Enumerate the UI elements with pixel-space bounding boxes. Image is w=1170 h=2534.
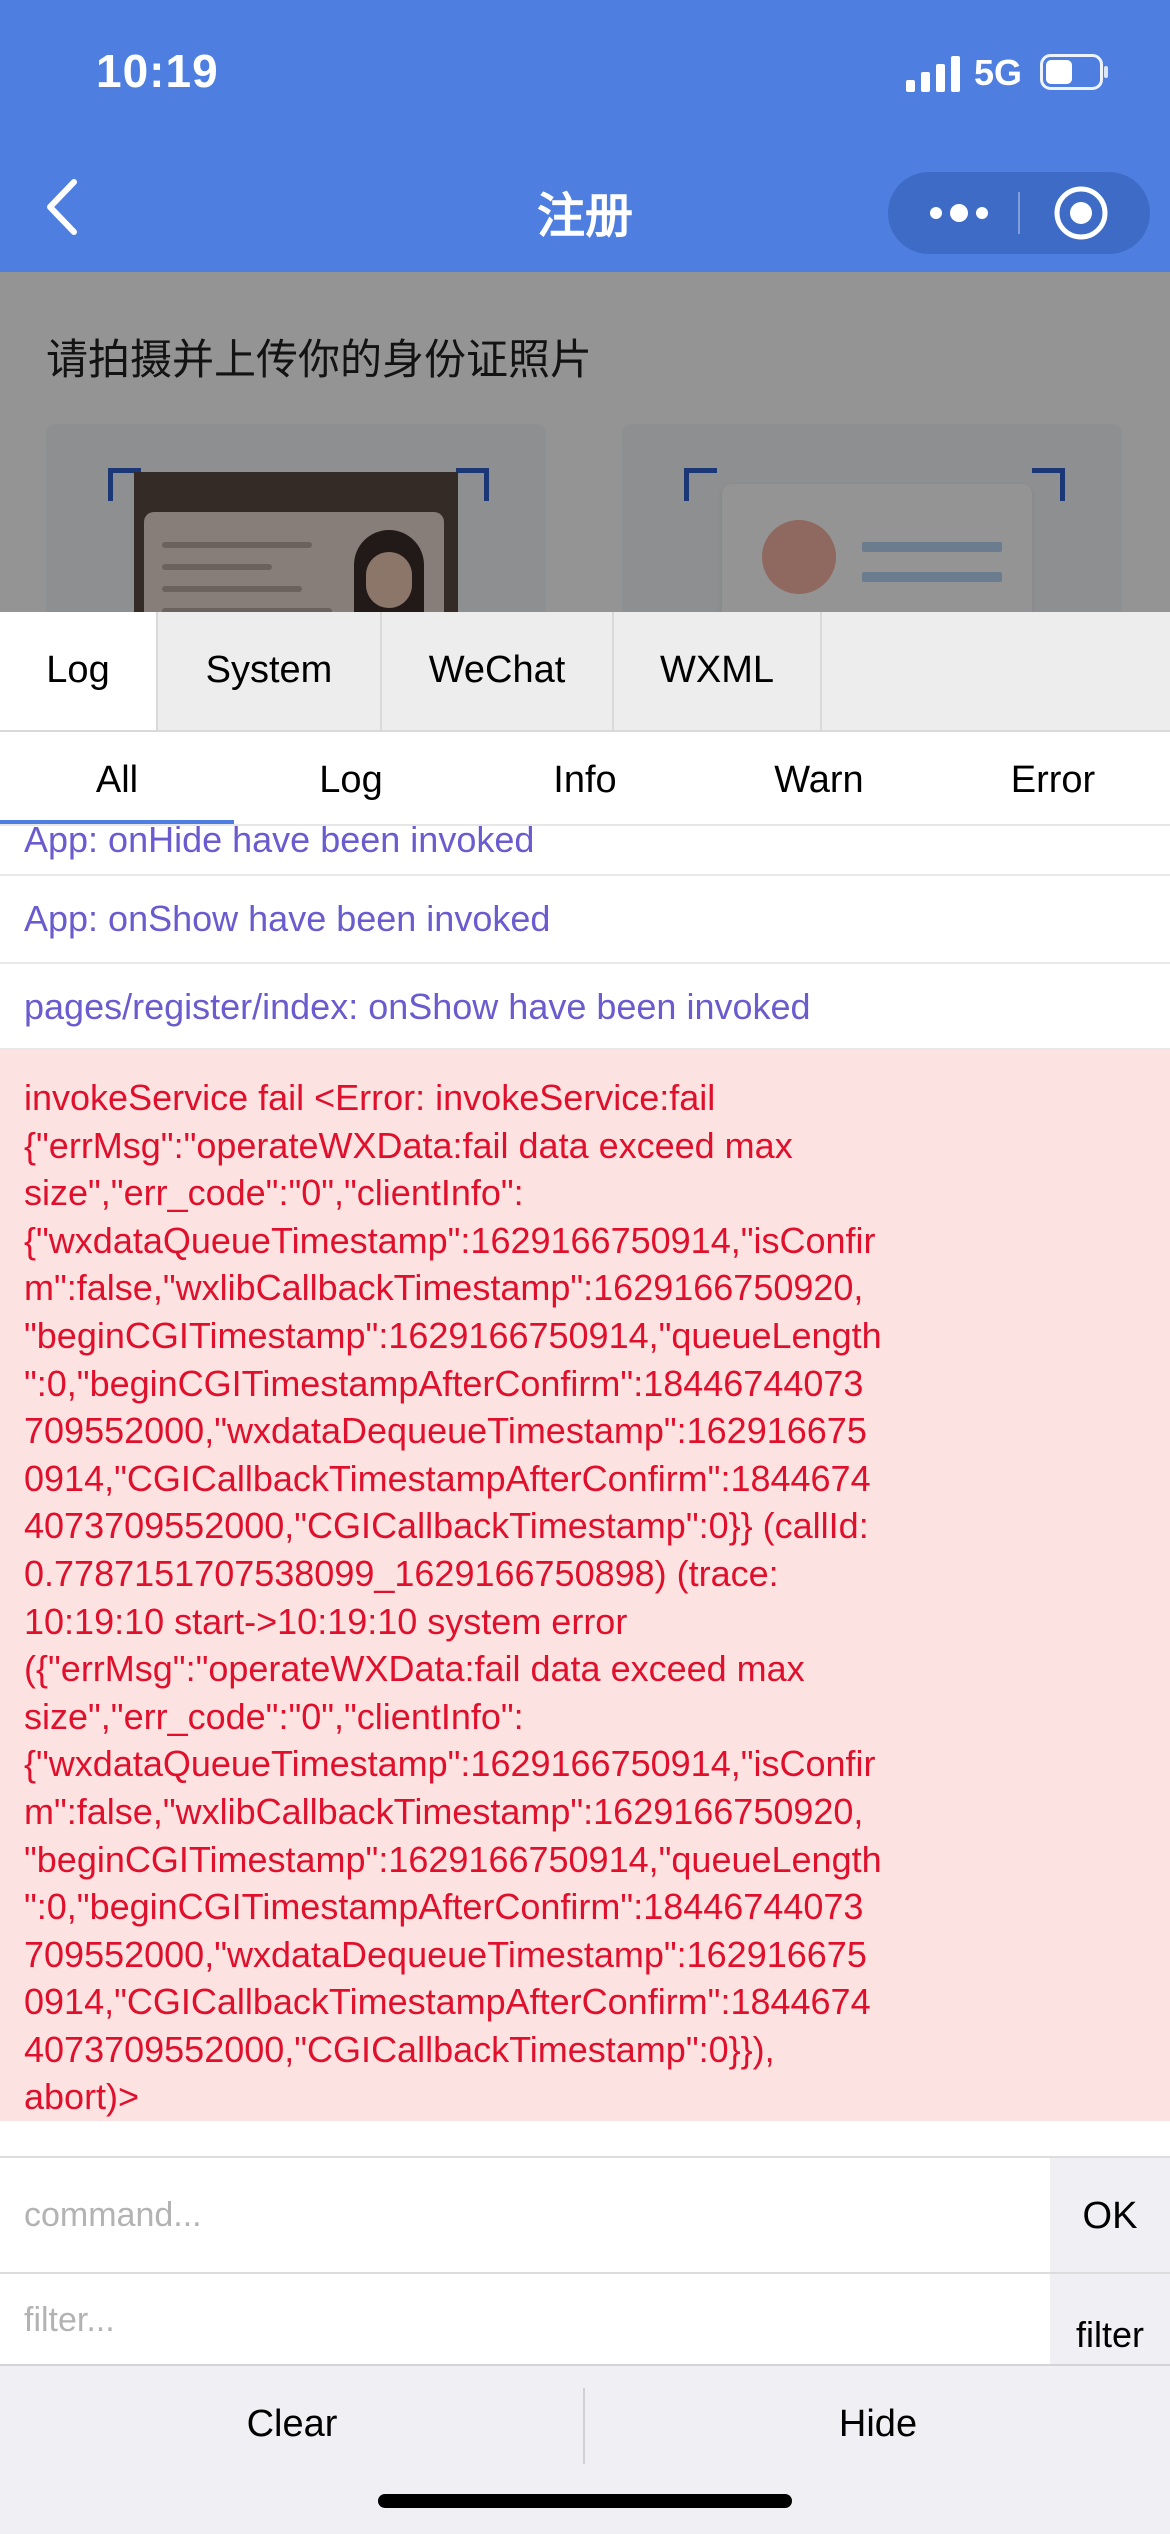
footer-divider bbox=[583, 2388, 585, 2464]
close-target-icon[interactable] bbox=[1052, 184, 1110, 242]
error-line: ({"errMsg":"operateWXData:fail data exce… bbox=[24, 1648, 805, 1690]
status-time: 10:19 bbox=[96, 45, 219, 97]
clear-button[interactable]: Clear bbox=[0, 2366, 584, 2482]
error-line: 0914,"CGICallbackTimestampAfterConfirm":… bbox=[24, 1457, 871, 1499]
error-line: 0.7787151707538099_1629166750898) (trace… bbox=[24, 1552, 779, 1594]
capsule-divider bbox=[1018, 192, 1020, 234]
error-line: 709552000,"wxdataDequeueTimestamp":16291… bbox=[24, 1410, 867, 1452]
error-line: {"errMsg":"operateWXData:fail data excee… bbox=[24, 1124, 793, 1166]
subtab-info[interactable]: Info bbox=[468, 732, 702, 824]
log-entry: pages/register/index: onShow have been i… bbox=[0, 964, 1170, 1050]
more-icon[interactable] bbox=[924, 194, 994, 232]
subtab-all[interactable]: All bbox=[0, 732, 234, 824]
command-ok-button[interactable]: OK bbox=[1050, 2158, 1170, 2272]
battery-icon bbox=[1040, 54, 1108, 90]
hide-button[interactable]: Hide bbox=[586, 2366, 1170, 2482]
home-indicator[interactable] bbox=[378, 2494, 792, 2508]
filter-button[interactable]: filter bbox=[1050, 2274, 1170, 2366]
network-type: 5G bbox=[974, 52, 1023, 93]
command-bar: OK bbox=[0, 2156, 1170, 2274]
error-line: {"wxdataQueueTimestamp":1629166750914,"i… bbox=[24, 1743, 876, 1785]
error-line: m":false,"wxlibCallbackTimestamp":162916… bbox=[24, 1267, 864, 1309]
vconsole-panel: Log System WeChat WXML All Log Info Warn… bbox=[0, 612, 1170, 2534]
console-footer: Clear Hide bbox=[0, 2364, 1170, 2534]
filter-input[interactable] bbox=[0, 2274, 1050, 2366]
error-line: "beginCGITimestamp":1629166750914,"queue… bbox=[24, 1838, 882, 1880]
signal-icon bbox=[906, 56, 960, 92]
filter-bar: filter bbox=[0, 2272, 1170, 2368]
log-entry: App: onShow have been invoked bbox=[0, 876, 1170, 964]
modal-backdrop[interactable] bbox=[0, 272, 1170, 612]
error-line: 709552000,"wxdataDequeueTimestamp":16291… bbox=[24, 1933, 867, 1975]
mini-program-capsule bbox=[888, 172, 1150, 254]
error-line: {"wxdataQueueTimestamp":1629166750914,"i… bbox=[24, 1219, 876, 1261]
error-line: 4073709552000,"CGICallbackTimestamp":0}}… bbox=[24, 1505, 869, 1547]
subtab-log[interactable]: Log bbox=[234, 732, 468, 824]
error-message: invokeService fail <Error: invokeService… bbox=[0, 1050, 1170, 2122]
tab-log[interactable]: Log bbox=[0, 612, 158, 730]
command-input[interactable] bbox=[0, 2158, 1050, 2272]
error-line: invokeService fail <Error: invokeService… bbox=[24, 1077, 716, 1118]
error-entry: invokeService fail <Error: invokeService… bbox=[0, 1050, 1170, 2156]
error-line: m":false,"wxlibCallbackTimestamp":162916… bbox=[24, 1790, 864, 1832]
console-tabbar: Log System WeChat WXML bbox=[0, 612, 1170, 732]
tab-system[interactable]: System bbox=[158, 612, 382, 730]
tab-wechat[interactable]: WeChat bbox=[382, 612, 614, 730]
top-bar: 10:19 5G 注册 bbox=[0, 0, 1170, 272]
error-line: size","err_code":"0","clientInfo": bbox=[24, 1172, 524, 1214]
error-line: 10:19:10 start->10:19:10 system error bbox=[24, 1600, 628, 1642]
error-line: 4073709552000,"CGICallbackTimestamp":0}}… bbox=[24, 2028, 775, 2070]
error-line: ":0,"beginCGITimestampAfterConfirm":1844… bbox=[24, 1886, 864, 1928]
tab-wxml[interactable]: WXML bbox=[614, 612, 822, 730]
subtab-error[interactable]: Error bbox=[936, 732, 1170, 824]
error-line: size","err_code":"0","clientInfo": bbox=[24, 1695, 524, 1737]
error-line: abort)> bbox=[24, 2076, 140, 2118]
log-entry: App: onHide have been invoked bbox=[0, 812, 1170, 876]
subtab-warn[interactable]: Warn bbox=[702, 732, 936, 824]
error-line: ":0,"beginCGITimestampAfterConfirm":1844… bbox=[24, 1362, 864, 1404]
error-line: "beginCGITimestamp":1629166750914,"queue… bbox=[24, 1314, 882, 1356]
error-line: 0914,"CGICallbackTimestampAfterConfirm":… bbox=[24, 1981, 871, 2023]
